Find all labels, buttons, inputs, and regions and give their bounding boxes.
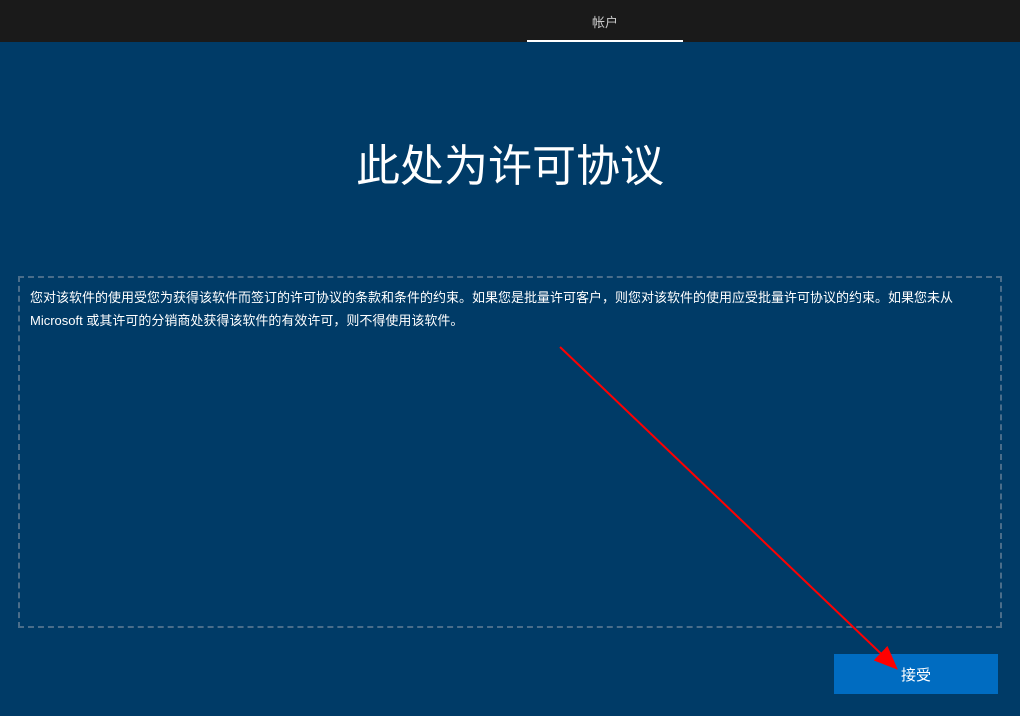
tab-account[interactable]: 帐户 — [527, 0, 683, 42]
main-content: 此处为许可协议 您对该软件的使用受您为获得该软件而签订的许可协议的条款和条件的约… — [0, 42, 1020, 716]
agreement-box[interactable]: 您对该软件的使用受您为获得该软件而签订的许可协议的条款和条件的约束。如果您是批量… — [18, 276, 1002, 628]
page-title: 此处为许可协议 — [0, 130, 1020, 194]
accept-button-label: 接受 — [901, 667, 931, 684]
tab-account-label: 帐户 — [592, 12, 618, 31]
top-bar: 帐户 — [0, 0, 1020, 42]
agreement-text: 您对该软件的使用受您为获得该软件而签订的许可协议的条款和条件的约束。如果您是批量… — [30, 286, 990, 333]
accept-button[interactable]: 接受 — [834, 654, 998, 694]
tab-container: 帐户 — [527, 0, 683, 42]
